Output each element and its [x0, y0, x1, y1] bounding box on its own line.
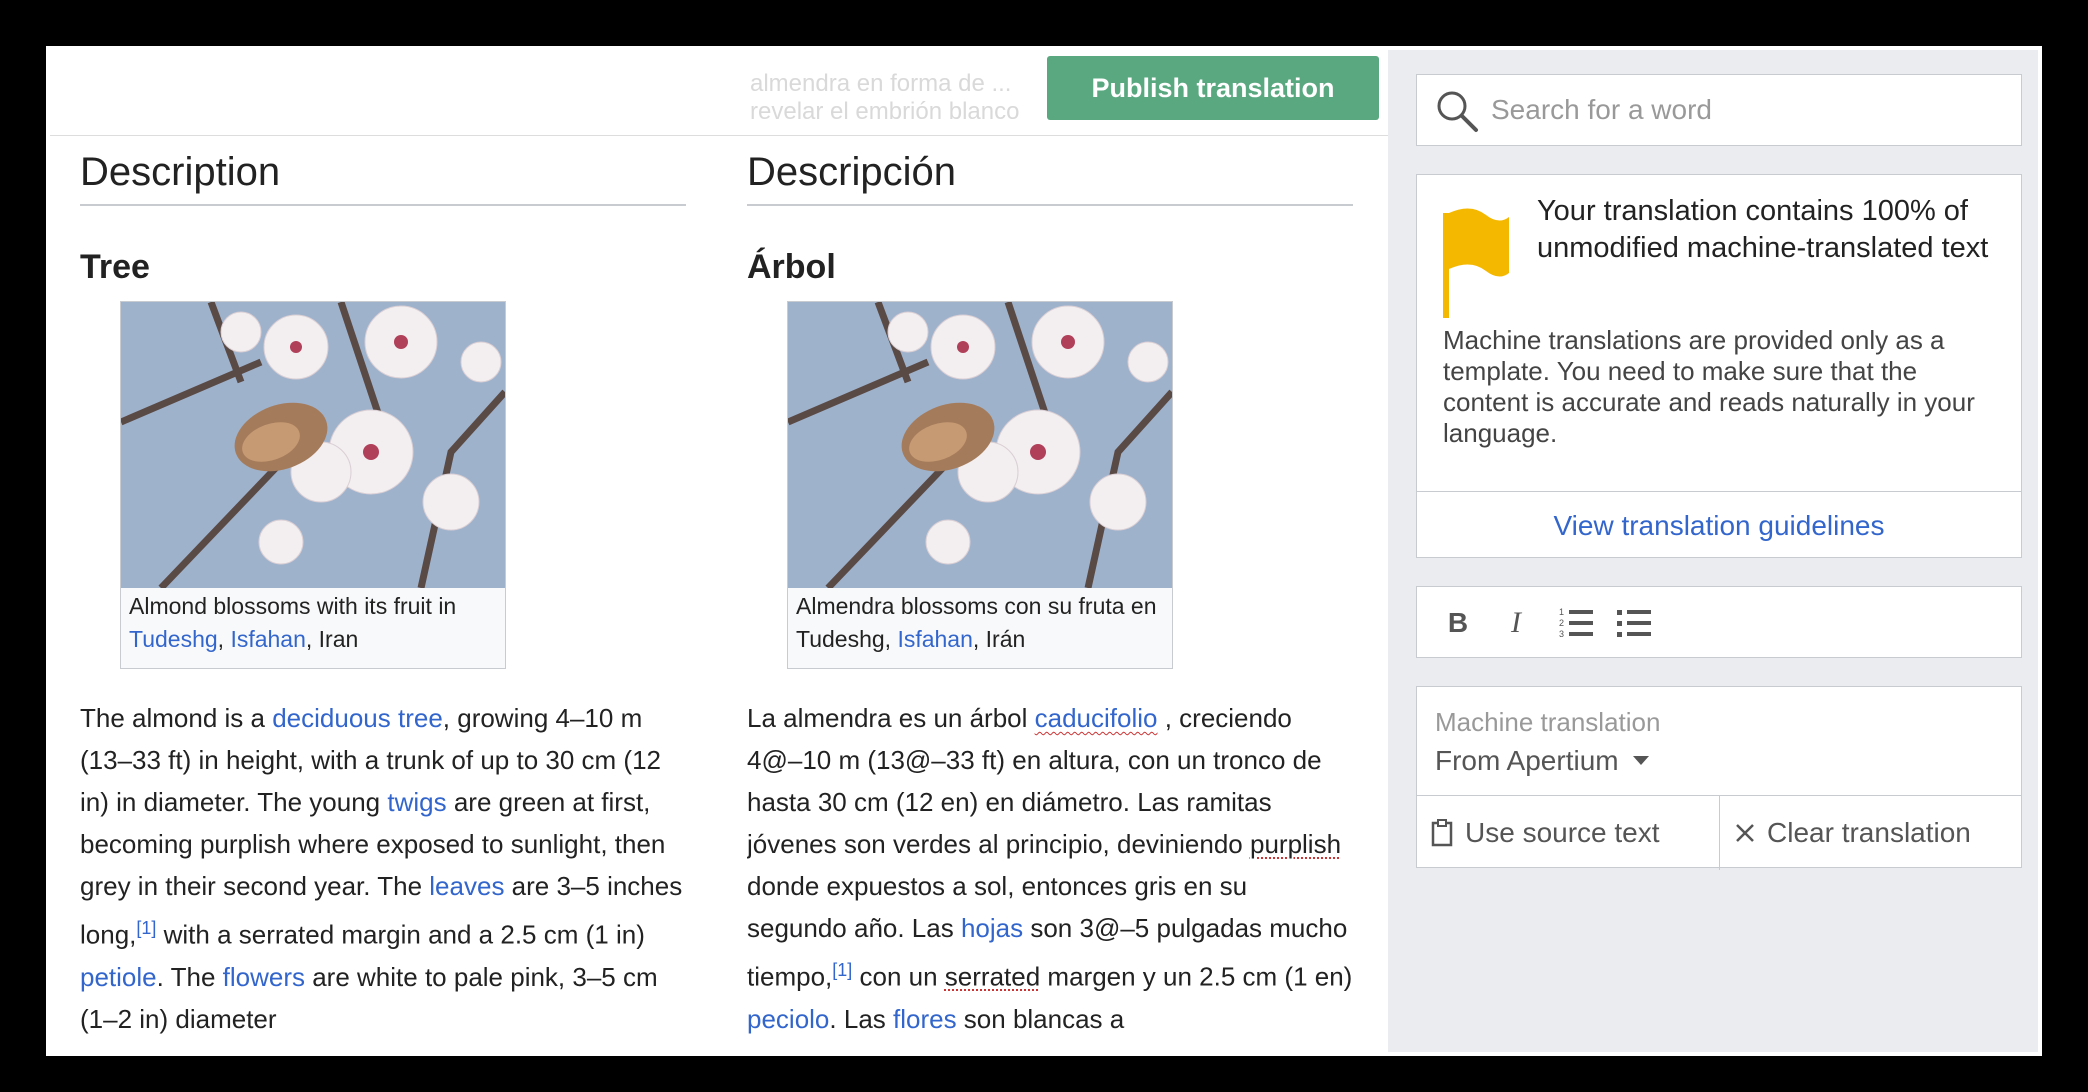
mt-actions-row: Use source text Clear translation	[1417, 795, 2021, 870]
use-source-text-button[interactable]: Use source text	[1431, 796, 1660, 870]
source-image-figure: Almond blossoms with its fruit in Tudesh…	[120, 301, 506, 669]
source-subheading: Tree	[80, 248, 150, 286]
translation-column[interactable]: Descripción Árbol Almendra blossoms con …	[747, 136, 1353, 1052]
source-section-title: Description	[80, 136, 686, 206]
button-separator	[1719, 796, 1720, 870]
link-leaves[interactable]: leaves	[429, 871, 504, 901]
mt-provider-dropdown[interactable]: From Apertium	[1435, 745, 1649, 777]
link-deciduous-tree[interactable]: deciduous tree	[272, 703, 443, 733]
numbered-list-icon[interactable]: 1 2 3	[1557, 605, 1597, 641]
almond-blossom-image	[121, 302, 505, 588]
target-section-title[interactable]: Descripción	[747, 136, 1353, 206]
tools-sidebar: Your translation contains 100% of unmodi…	[1388, 50, 2038, 1052]
reference-link[interactable]: [1]	[832, 960, 852, 980]
dropdown-arrow-icon[interactable]	[1632, 756, 1649, 766]
warning-title: Your translation contains 100% of unmodi…	[1537, 195, 1989, 264]
target-image-caption[interactable]: Almendra blossoms con su fruta en Tudesh…	[788, 588, 1172, 658]
source-article-column: Description Tree Almond blossoms with it…	[80, 136, 686, 1052]
bold-icon[interactable]: B	[1443, 605, 1473, 641]
target-subheading[interactable]: Árbol	[747, 248, 1353, 287]
machine-translation-warning-card: Your translation contains 100% of unmodi…	[1416, 174, 2022, 558]
link-twigs[interactable]: twigs	[387, 787, 446, 817]
misspelled-word-purplish[interactable]: purplish	[1250, 829, 1341, 859]
mt-label: Machine translation	[1435, 707, 1661, 737]
target-paragraph[interactable]: La almendra es un árbol caducifolio , cr…	[747, 697, 1353, 1040]
top-bar: almendra en forma de ... revelar el embr…	[50, 50, 1388, 136]
dictionary-search-box[interactable]	[1416, 74, 2022, 146]
machine-translation-card: Machine translation From Apertium Use so…	[1416, 686, 2022, 870]
search-input[interactable]	[1491, 87, 1991, 133]
misspelled-word-serrated[interactable]: serrated	[945, 962, 1040, 992]
svg-text:3: 3	[1559, 629, 1564, 639]
content-translation-window: almendra en forma de ... revelar el embr…	[50, 50, 2038, 1052]
publish-translation-button[interactable]: Publish translation	[1047, 56, 1379, 120]
almond-blossom-image	[788, 302, 1172, 588]
svg-text:2: 2	[1559, 618, 1564, 628]
svg-text:1: 1	[1559, 607, 1564, 617]
formatting-toolbar: B I 1 2 3	[1416, 586, 2022, 658]
view-guidelines-link[interactable]: View translation guidelines	[1417, 493, 2021, 559]
caption-link-isfahan[interactable]: Isfahan	[230, 626, 305, 652]
clipboard-icon	[1431, 819, 1453, 847]
link-flowers[interactable]: flowers	[223, 962, 305, 992]
clear-translation-button[interactable]: Clear translation	[1735, 796, 1971, 870]
mt-provider-value[interactable]: From Apertium	[1435, 745, 1619, 777]
card-divider	[1417, 491, 2021, 492]
link-petiole[interactable]: petiole	[80, 962, 157, 992]
reference-link[interactable]: [1]	[136, 918, 156, 938]
warning-body: Machine translations are provided only a…	[1443, 325, 1975, 448]
caption-link-isfahan[interactable]: Isfahan	[897, 626, 972, 652]
link-caducifolio[interactable]: caducifolio	[1035, 703, 1158, 733]
flag-icon	[1443, 208, 1509, 318]
search-icon	[1437, 91, 1478, 132]
faded-background-text: almendra en forma de ... revelar el embr…	[750, 70, 1020, 125]
link-peciolo[interactable]: peciolo	[747, 1004, 829, 1034]
bulleted-list-icon[interactable]	[1615, 605, 1655, 641]
source-image-caption: Almond blossoms with its fruit in Tudesh…	[129, 593, 457, 652]
italic-icon[interactable]: I	[1501, 605, 1531, 641]
caption-link-tudeshg[interactable]: Tudeshg	[129, 626, 218, 652]
link-hojas[interactable]: hojas	[961, 913, 1023, 943]
source-paragraph: The almond is a deciduous tree, growing …	[80, 703, 683, 1034]
link-flores[interactable]: flores	[893, 1004, 957, 1034]
target-image-figure: Almendra blossoms con su fruta en Tudesh…	[787, 301, 1173, 669]
close-icon	[1736, 824, 1754, 842]
